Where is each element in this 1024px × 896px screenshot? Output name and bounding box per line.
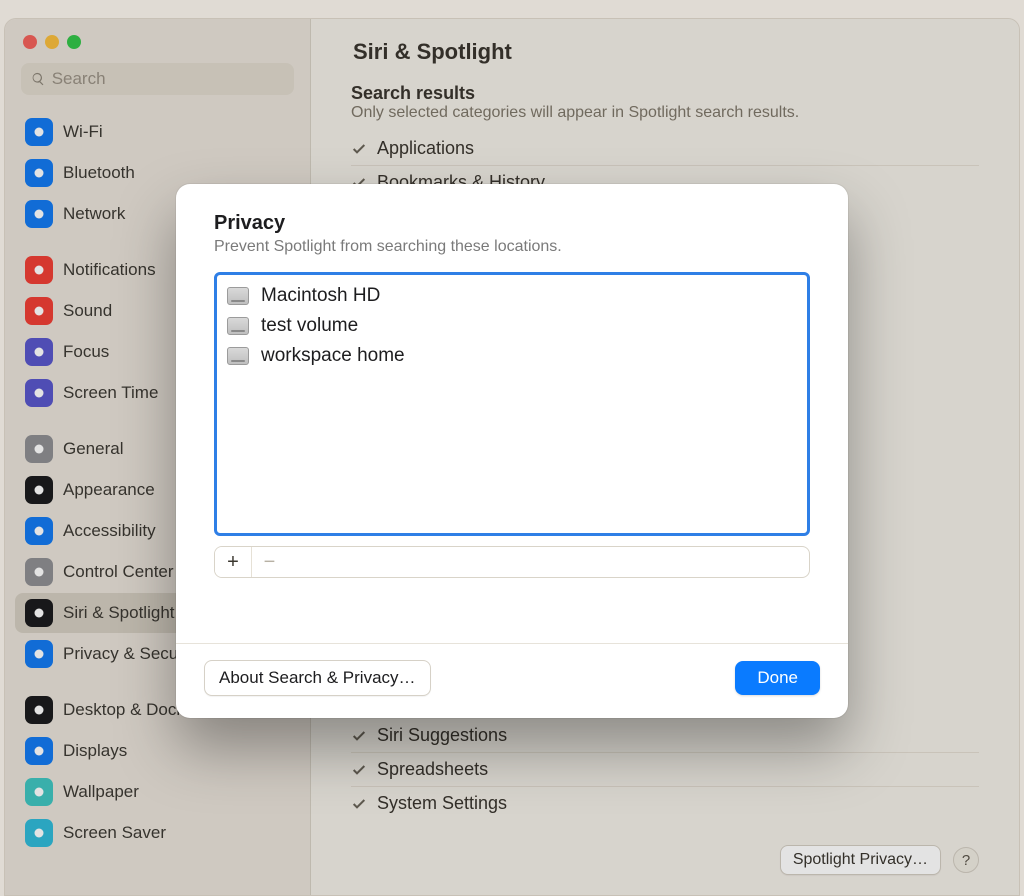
sidebar-item-label: Wi-Fi [63,122,103,142]
search-icon [31,71,46,87]
section-subtitle: Only selected categories will appear in … [351,104,979,122]
privacy-locations-list[interactable]: Macintosh HD test volume workspace home [214,272,810,536]
spotlight-privacy-button[interactable]: Spotlight Privacy… [780,845,941,875]
search-category-siri-suggestions[interactable]: Siri Suggestions [351,719,979,753]
privacy-location-item[interactable]: workspace home [225,341,799,371]
appearance-icon [25,476,53,504]
sidebar-item-label: Control Center [63,562,174,582]
sidebar-item-wi-fi[interactable]: Wi-Fi [15,112,300,152]
search-category-applications[interactable]: Applications [351,132,979,166]
modal-subtitle: Prevent Spotlight from searching these l… [214,238,810,256]
sidebar-item-label: Accessibility [63,521,156,541]
sidebar-item-screen-saver[interactable]: Screen Saver [15,813,300,853]
remove-location-button[interactable]: − [251,547,287,577]
page-title: Siri & Spotlight [353,39,979,65]
sidebar-item-label: Bluetooth [63,163,135,183]
category-label: Siri Suggestions [377,725,507,746]
modal-title: Privacy [214,212,810,235]
sidebar-item-label: Focus [63,342,109,362]
bluetooth-icon [25,159,53,187]
gear-icon [25,435,53,463]
sun-icon [25,737,53,765]
about-search-privacy-button[interactable]: About Search & Privacy… [204,660,431,696]
minimize-window-button[interactable] [45,35,59,49]
sidebar-item-label: Notifications [63,260,156,280]
disk-icon [227,287,249,305]
add-location-button[interactable]: + [215,547,251,577]
wifi-icon [25,118,53,146]
sidebar-search[interactable] [21,63,294,95]
person-icon [25,517,53,545]
checkmark-icon [351,796,367,812]
location-name: workspace home [261,345,405,367]
sidebar-item-label: Screen Saver [63,823,166,843]
close-window-button[interactable] [23,35,37,49]
screensaver-icon [25,819,53,847]
sidebar-item-displays[interactable]: Displays [15,731,300,771]
search-category-spreadsheets[interactable]: Spreadsheets [351,753,979,787]
zoom-window-button[interactable] [67,35,81,49]
disk-icon [227,347,249,365]
flower-icon [25,778,53,806]
speaker-icon [25,297,53,325]
checkmark-icon [351,141,367,157]
section-title: Search results [351,83,979,104]
help-button[interactable]: ? [953,847,979,873]
checkmark-icon [351,728,367,744]
window-controls [5,27,310,63]
search-input[interactable] [52,69,284,89]
sidebar-item-wallpaper[interactable]: Wallpaper [15,772,300,812]
bell-icon [25,256,53,284]
sidebar-item-label: Displays [63,741,127,761]
sidebar-item-label: Network [63,204,125,224]
sidebar-item-label: Screen Time [63,383,158,403]
privacy-modal: Privacy Prevent Spotlight from searching… [176,184,848,718]
sidebar-item-label: Sound [63,301,112,321]
globe-icon [25,200,53,228]
dock-icon [25,696,53,724]
sliders-icon [25,558,53,586]
sidebar-item-label: General [63,439,123,459]
location-name: Macintosh HD [261,285,380,307]
checkmark-icon [351,762,367,778]
privacy-location-item[interactable]: Macintosh HD [225,281,799,311]
privacy-location-item[interactable]: test volume [225,311,799,341]
moon-icon [25,338,53,366]
sidebar-item-label: Appearance [63,480,155,500]
add-remove-controls: + − [214,546,810,578]
location-name: test volume [261,315,358,337]
disk-icon [227,317,249,335]
category-label: System Settings [377,793,507,814]
sidebar-item-label: Wallpaper [63,782,139,802]
hourglass-icon [25,379,53,407]
category-label: Applications [377,138,474,159]
siri-icon [25,599,53,627]
category-label: Spreadsheets [377,759,488,780]
search-category-system-settings[interactable]: System Settings [351,787,979,820]
sidebar-item-label: Siri & Spotlight [63,603,175,623]
sidebar-item-label: Desktop & Dock [63,700,185,720]
done-button[interactable]: Done [735,661,820,695]
hand-icon [25,640,53,668]
